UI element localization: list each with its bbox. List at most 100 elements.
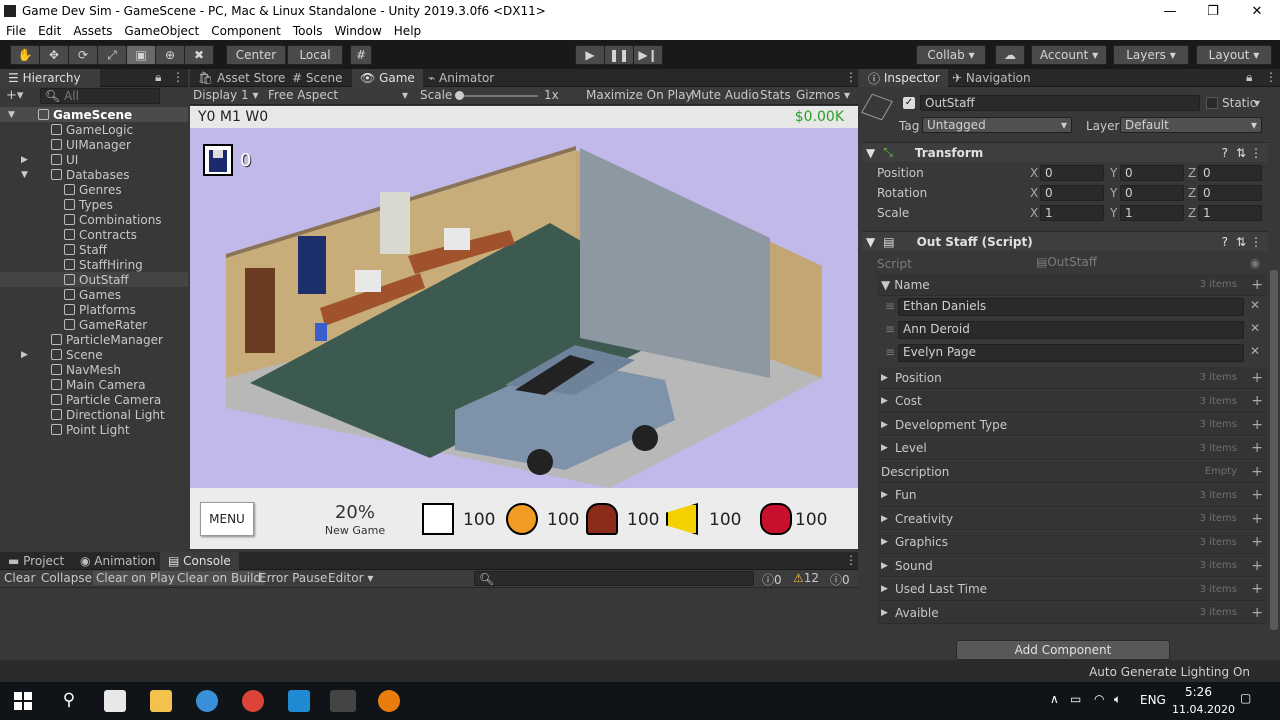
lock-icon[interactable]: 🔒︎	[155, 70, 161, 85]
foldout-arrow-icon[interactable]: ▼	[8, 110, 15, 120]
axis-label[interactable]: Z	[1188, 186, 1196, 200]
add-element-button[interactable]: +	[1251, 487, 1263, 503]
rect-tool-icon[interactable]: ▣	[126, 45, 156, 65]
menu-tools[interactable]: Tools	[287, 24, 329, 38]
drag-handle-icon[interactable]: ≡	[885, 299, 895, 313]
hierarchy-item[interactable]: ▼ Databases	[0, 167, 188, 182]
play-button[interactable]: ▶	[575, 45, 605, 65]
hierarchy-item[interactable]: Contracts	[0, 227, 188, 242]
panel-menu-icon[interactable]: ⋮	[845, 70, 857, 84]
transform-z-field[interactable]: 1	[1198, 205, 1262, 221]
hierarchy-item[interactable]: OutStaff	[0, 272, 188, 287]
hierarchy-item[interactable]: Genres	[0, 182, 188, 197]
scale-slider-thumb[interactable]	[455, 91, 464, 100]
tab-console[interactable]: ▤ Console	[160, 552, 239, 570]
axis-label[interactable]: Z	[1188, 206, 1196, 220]
step-button[interactable]: ▶❙	[633, 45, 663, 65]
rotate-tool-icon[interactable]: ⟳	[68, 45, 98, 65]
clock-date[interactable]: 11.04.2020	[1172, 703, 1235, 716]
list-field-header[interactable]: ▶ Development Type 3 items +	[877, 414, 1267, 436]
menu-assets[interactable]: Assets	[67, 24, 118, 38]
drag-handle-icon[interactable]: ≡	[885, 345, 895, 359]
transform-z-field[interactable]: 0	[1198, 165, 1262, 181]
list-field-header[interactable]: ▶ Sound 3 items +	[877, 555, 1267, 577]
create-plus-icon[interactable]: +▾	[6, 88, 23, 103]
pause-button[interactable]: ❚❚	[604, 45, 634, 65]
close-icon[interactable]: ✕	[1237, 0, 1277, 22]
hierarchy-search-input[interactable]: 🔍︎ All	[40, 88, 160, 104]
scale-tool-icon[interactable]: ⤢	[97, 45, 127, 65]
layout-dropdown[interactable]: Layout ▾	[1196, 45, 1272, 65]
menu-edit[interactable]: Edit	[32, 24, 67, 38]
hierarchy-item[interactable]: UIManager	[0, 137, 188, 152]
add-element-button[interactable]: +	[1251, 558, 1263, 574]
volume-icon[interactable]: 🔈︎	[1114, 692, 1121, 707]
scrollbar-thumb[interactable]	[1270, 270, 1278, 630]
hierarchy-item[interactable]: ParticleManager	[0, 332, 188, 347]
preset-icon[interactable]: ⇅	[1236, 235, 1246, 249]
static-checkbox[interactable]	[1206, 97, 1218, 109]
hierarchy-item[interactable]: Main Camera	[0, 377, 188, 392]
skype-icon[interactable]	[196, 690, 218, 712]
transform-x-field[interactable]: 0	[1040, 165, 1104, 181]
tab-scene[interactable]: # Scene	[284, 69, 350, 87]
notification-icon[interactable]: ▢	[1240, 691, 1251, 705]
tab-game[interactable]: 👁︎ Game	[352, 69, 423, 87]
aspect-dropdown[interactable]: Free Aspect ▾	[268, 88, 408, 102]
unity-taskbar-icon[interactable]	[330, 690, 356, 712]
menu-component[interactable]: Component	[205, 24, 287, 38]
menu-file[interactable]: File	[0, 24, 32, 38]
tab-project[interactable]: ▬ Project	[0, 552, 72, 570]
transform-header[interactable]: ▼ ⤡ Transform ? ⇅ ⋮	[862, 142, 1268, 162]
drag-handle-icon[interactable]: ≡	[885, 322, 895, 336]
name-element-field[interactable]: Ethan Daniels	[898, 298, 1244, 316]
list-field-header[interactable]: ▶ Avaible 3 items +	[877, 602, 1267, 624]
remove-element-icon[interactable]: ✕	[1250, 298, 1260, 312]
component-menu-icon[interactable]: ⋮	[1250, 235, 1262, 249]
component-menu-icon[interactable]: ⋮	[1250, 146, 1262, 160]
search-icon[interactable]: ⚲	[58, 690, 80, 712]
transform-tool-icon[interactable]: ⊕	[155, 45, 185, 65]
active-checkbox[interactable]: ✓	[903, 97, 915, 109]
game-menu-button[interactable]: MENU	[200, 502, 254, 536]
transform-y-field[interactable]: 1	[1120, 205, 1184, 221]
add-element-button[interactable]: +	[1251, 534, 1263, 550]
minimize-icon[interactable]: —	[1150, 0, 1190, 22]
windows-start-icon[interactable]	[12, 690, 34, 712]
collab-button[interactable]: Collab ▾	[916, 45, 986, 65]
panel-menu-icon[interactable]: ⋮	[845, 553, 857, 567]
help-icon[interactable]: ?	[1222, 235, 1228, 249]
add-element-button[interactable]: +	[1251, 440, 1263, 456]
outstaff-script-header[interactable]: ▼ ▤ Out Staff (Script) ? ⇅ ⋮	[862, 231, 1268, 251]
game-view[interactable]: Y0 M1 W0 $0.00K 0 MENU 20% New Game	[190, 106, 858, 549]
add-element-button[interactable]: +	[1251, 370, 1263, 386]
tab-navigation[interactable]: ✈ Navigation	[944, 69, 1039, 87]
tab-hierarchy[interactable]: ☰ Hierarchy	[0, 69, 100, 87]
preset-icon[interactable]: ⇅	[1236, 146, 1246, 160]
list-field-header[interactable]: Description Empty +	[877, 461, 1267, 483]
hierarchy-item[interactable]: ▶ Scene	[0, 347, 188, 362]
add-element-button[interactable]: +	[1251, 417, 1263, 433]
hand-tool-icon[interactable]: ✋	[10, 45, 40, 65]
help-icon[interactable]: ?	[1222, 146, 1228, 160]
hierarchy-item[interactable]: StaffHiring	[0, 257, 188, 272]
console-info-toggle[interactable]: ⓘ0	[762, 571, 782, 588]
panel-menu-icon[interactable]: ⋮	[1265, 70, 1277, 84]
layers-dropdown[interactable]: Layers ▾	[1113, 45, 1189, 65]
hierarchy-item[interactable]: Particle Camera	[0, 392, 188, 407]
hierarchy-item[interactable]: Combinations	[0, 212, 188, 227]
add-element-button[interactable]: +	[1251, 277, 1263, 293]
hierarchy-item[interactable]: Staff	[0, 242, 188, 257]
name-element-field[interactable]: Ann Deroid	[898, 321, 1244, 339]
hierarchy-item[interactable]: ▼ GameScene	[0, 107, 188, 122]
menu-help[interactable]: Help	[388, 24, 427, 38]
pivot-local-button[interactable]: Local	[287, 45, 343, 65]
show-hidden-icons[interactable]: ∧	[1050, 692, 1059, 706]
transform-x-field[interactable]: 1	[1040, 205, 1104, 221]
transform-x-field[interactable]: 0	[1040, 185, 1104, 201]
maximize-icon[interactable]: ❐	[1193, 0, 1233, 22]
add-element-button[interactable]: +	[1251, 581, 1263, 597]
vscode-icon[interactable]	[288, 690, 310, 712]
menu-window[interactable]: Window	[328, 24, 387, 38]
add-element-button[interactable]: +	[1251, 393, 1263, 409]
